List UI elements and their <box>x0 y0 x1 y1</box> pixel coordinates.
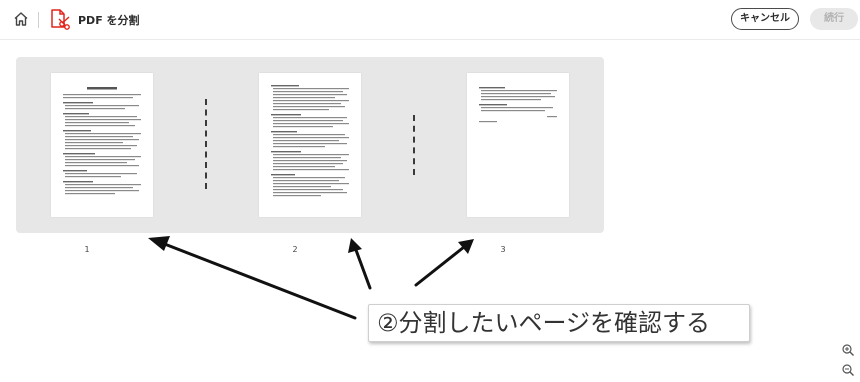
page-title: PDF を分割 <box>78 14 140 27</box>
page-thumbnail-2[interactable] <box>259 73 361 217</box>
cancel-button[interactable]: キャンセル <box>731 8 799 30</box>
annotation-arrow-1 <box>160 241 357 320</box>
page-number-1: 1 <box>84 245 90 254</box>
arrowhead-2 <box>348 238 362 253</box>
home-icon[interactable] <box>12 10 30 28</box>
annotation-callout: ②分割したいページを確認する <box>368 304 750 342</box>
split-marker-1[interactable] <box>205 99 207 189</box>
page-number-3: 3 <box>500 245 506 254</box>
zoom-out-icon[interactable] <box>841 362 855 376</box>
zoom-in-icon[interactable] <box>841 342 855 356</box>
page-thumbnail-1[interactable] <box>51 73 153 217</box>
toolbar-divider <box>38 12 39 28</box>
split-pdf-icon <box>48 8 70 30</box>
annotation-arrow-2 <box>354 248 372 290</box>
page-number-2: 2 <box>292 245 298 254</box>
page-thumbnails-area <box>16 57 604 233</box>
annotation-arrow-3 <box>414 245 466 287</box>
continue-button[interactable]: 続行 <box>810 8 858 30</box>
page-thumbnail-3[interactable] <box>467 73 569 217</box>
arrowhead-3 <box>458 239 474 254</box>
split-marker-2[interactable] <box>413 115 415 175</box>
top-toolbar: PDF を分割 キャンセル 続行 <box>0 0 860 40</box>
arrowhead-1 <box>148 236 170 251</box>
